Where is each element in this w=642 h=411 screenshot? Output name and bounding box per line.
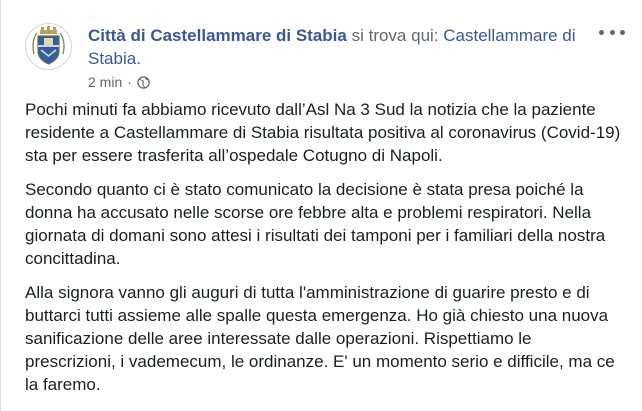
meta-separator: · [127,74,132,90]
post-header: Città di Castellammare di Stabia si trov… [1,0,642,96]
post-paragraph: Alla signora vanno gli auguri di tutta l… [25,283,615,394]
post-body: Pochi minuti fa abbiamo ricevuto dall’As… [25,98,625,407]
post-paragraph: Secondo quanto ci è stato comunicato la … [25,180,606,268]
timestamp-link[interactable]: 2 min [88,74,122,90]
coat-of-arms-icon [26,24,71,69]
page-name-link[interactable]: Città di Castellammare di Stabia [88,26,347,45]
more-options-icon-dot [620,29,625,35]
more-options-icon-dot [609,29,615,35]
location-connector: si trova qui: [346,26,444,45]
facebook-post: Città di Castellammare di Stabia si trov… [0,0,642,411]
page-avatar[interactable] [25,23,72,70]
more-options-icon-dot [599,29,604,35]
post-meta: 2 min · [88,73,150,91]
globe-icon[interactable] [137,75,150,89]
post-title: Città di Castellammare di Stabia si trov… [88,24,593,70]
post-paragraph: Pochi minuti fa abbiamo ricevuto dall’As… [25,100,621,165]
more-options-button[interactable] [599,22,625,42]
